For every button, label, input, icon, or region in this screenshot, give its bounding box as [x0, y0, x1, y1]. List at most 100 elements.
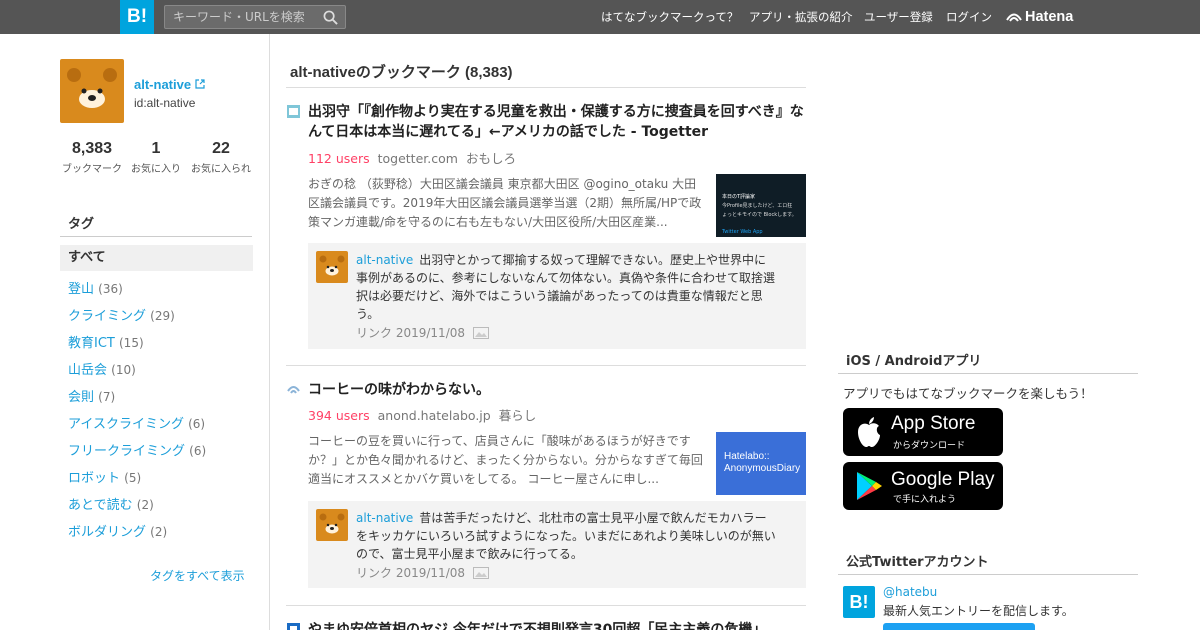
tag-item[interactable]: クライミング (29): [68, 305, 175, 324]
tag-name: 登山: [68, 282, 95, 297]
entry-title[interactable]: 出羽守「『創作物より実在する児童を救出・保護する方に捜査員を回すべき』なんて日本…: [308, 102, 808, 142]
hatelabo-favicon-icon: [287, 386, 300, 394]
tags-heading: タグ: [68, 217, 95, 232]
twitter-account-link[interactable]: @hatebu: [883, 585, 937, 599]
comment-body: 昔は苦手だったけど、北杜市の富士見平小屋で飲んだモカハラーをキッカケにいろいろ試…: [356, 511, 776, 561]
thumbnail-caption: 本日のT評論家: [722, 194, 756, 200]
comment-date: 2019/11/08: [395, 326, 466, 340]
nav-login[interactable]: ログイン: [946, 0, 992, 34]
entry-divider: [286, 605, 806, 606]
search-input[interactable]: [165, 6, 315, 28]
news-favicon-icon: [287, 623, 300, 630]
tag-item[interactable]: 山岳会 (10): [68, 359, 136, 378]
user-avatar[interactable]: [60, 59, 124, 123]
entry-thumbnail[interactable]: Hatelabo:: AnonymousDiary: [716, 432, 806, 495]
tag-name: クライミング: [68, 309, 147, 324]
thumbnail-caption: AnonymousDiary: [724, 463, 801, 474]
bear-avatar-icon: [67, 68, 117, 108]
hatena-bookmark-logo[interactable]: B!: [120, 0, 154, 34]
comment-footer: リンク 2019/11/08: [356, 564, 489, 581]
external-link-icon: [195, 79, 205, 89]
app-store-button[interactable]: App Store からダウンロード: [843, 408, 1003, 456]
comment-text: alt-native 出羽守とかって揶揄する奴って理解できない。歴史上や世界中に事…: [356, 251, 776, 323]
link-label: リンク: [356, 326, 393, 340]
tag-count: (2): [136, 498, 154, 512]
user-name-link[interactable]: alt-native: [134, 77, 205, 92]
nav-about[interactable]: はてなブックマークって？: [601, 0, 738, 34]
tags-divider: [60, 236, 252, 237]
comment-link[interactable]: リンク 2019/11/08: [356, 566, 465, 580]
show-all-tags-link[interactable]: タグをすべて表示: [150, 567, 245, 584]
twitter-follow-button[interactable]: [883, 623, 1035, 630]
entry-users-count[interactable]: 394 users: [308, 408, 370, 423]
tag-count: (6): [188, 417, 206, 431]
apps-text: アプリでもはてなブックマークを楽しもう！: [843, 386, 1093, 401]
thumbnail-caption: Twitter Web App: [722, 229, 763, 235]
stat-favorited[interactable]: 22 お気に入られ: [181, 140, 261, 175]
tag-item[interactable]: フリークライミング (6): [68, 440, 206, 459]
stat-label: お気に入られ: [191, 164, 251, 175]
nav-register[interactable]: ユーザー登録: [864, 0, 933, 34]
entry-domain[interactable]: togetter.com: [378, 151, 458, 166]
tag-item[interactable]: あとで読む (2): [68, 494, 154, 513]
hatena-logo[interactable]: Hatena: [1006, 0, 1073, 34]
comment-avatar[interactable]: [316, 251, 348, 283]
user-comment: alt-native 出羽守とかって揶揄する奴って理解できない。歴史上や世界中に事…: [308, 243, 806, 349]
tag-count: (5): [124, 471, 142, 485]
tag-name: ボルダリング: [68, 525, 147, 540]
search-box: [164, 5, 346, 29]
comment-user[interactable]: alt-native: [356, 511, 413, 525]
tag-item[interactable]: 登山 (36): [68, 278, 123, 297]
entry-title[interactable]: やまゆ安倍首相のヤジ 今年だけで不規則発言30回超「民主主義の危機」: [308, 620, 808, 630]
user-comment: alt-native 昔は苦手だったけど、北杜市の富士見平小屋で飲んだモカハラーを…: [308, 501, 806, 588]
entry-description: おぎの稔 （荻野稔）大田区議会議員 東京都大田区 @ogino_otaku 大田…: [308, 177, 702, 229]
comment-avatar[interactable]: [316, 509, 348, 541]
apps-heading: iOS / Androidアプリ: [846, 354, 982, 369]
tag-item[interactable]: アイスクライミング (6): [68, 413, 205, 432]
global-header: B! はてなブックマークって？ アプリ・拡張の紹介 ユーザー登録 ログイン Ha…: [0, 0, 1200, 34]
twitter-description: 最新人気エントリーを配信します。: [883, 604, 1074, 618]
entry-title[interactable]: コーヒーの味がわからない。: [308, 380, 808, 400]
entry-description: コーヒーの豆を買いに行って、店員さんに「酸味があるほうが好きですか？」とか色々聞…: [308, 434, 703, 486]
sidebar-divider: [269, 34, 270, 630]
tag-item[interactable]: ボルダリング (2): [68, 521, 167, 540]
stat-value: 22: [212, 140, 230, 157]
tag-count: (10): [111, 363, 136, 377]
app-store-subtitle: からダウンロード: [893, 441, 966, 451]
comment-link[interactable]: リンク 2019/11/08: [356, 326, 465, 340]
bear-avatar-icon: [319, 255, 345, 276]
tag-item[interactable]: 教育ICT (15): [68, 332, 144, 351]
comment-user[interactable]: alt-native: [356, 253, 413, 267]
page-title: alt-nativeのブックマーク (8,383): [290, 64, 513, 81]
google-play-title: Google Play: [891, 469, 995, 490]
entry-category[interactable]: 暮らし: [499, 408, 537, 423]
search-icon[interactable]: [323, 10, 338, 25]
togetter-favicon-icon: [287, 105, 300, 118]
tag-item[interactable]: 会則 (7): [68, 386, 115, 405]
tag-item[interactable]: ロボット (5): [68, 467, 141, 486]
thumbnail-caption: Hatelabo::: [724, 451, 770, 462]
entry-meta: 394 users anond.hatelabo.jp 暮らし: [308, 405, 536, 424]
tag-all[interactable]: すべて: [60, 245, 253, 271]
entry-thumbnail[interactable]: 本日のT評論家 今Profile見ましたけど、エロ狂 ょっとキモイので Bloc…: [716, 174, 806, 237]
nav-apps[interactable]: アプリ・拡張の紹介: [749, 0, 853, 34]
user-name: alt-native: [134, 77, 192, 92]
entry-users-count[interactable]: 112 users: [308, 151, 370, 166]
google-play-button[interactable]: Google Play で手に入れよう: [843, 462, 1003, 510]
entry-domain[interactable]: anond.hatelabo.jp: [378, 408, 491, 423]
google-play-subtitle: で手に入れよう: [893, 495, 957, 505]
apple-icon: [858, 417, 880, 447]
user-id: id:alt-native: [134, 96, 196, 110]
hatena-logo-text: Hatena: [1025, 9, 1074, 25]
hatebu-twitter-avatar[interactable]: B!: [843, 586, 875, 618]
entry-meta: 112 users togetter.com おもしろ: [308, 148, 516, 167]
bear-avatar-icon: [319, 513, 345, 534]
tag-name: あとで読む: [68, 498, 133, 513]
comment-body: 出羽守とかって揶揄する奴って理解できない。歴史上や世界中に事例があるのに、参考に…: [356, 253, 776, 321]
tag-name: 会則: [68, 390, 95, 405]
tag-name: ロボット: [68, 471, 121, 486]
image-icon[interactable]: [472, 567, 489, 579]
image-icon[interactable]: [472, 327, 489, 339]
apps-divider: [838, 373, 1138, 374]
entry-category[interactable]: おもしろ: [466, 151, 516, 166]
